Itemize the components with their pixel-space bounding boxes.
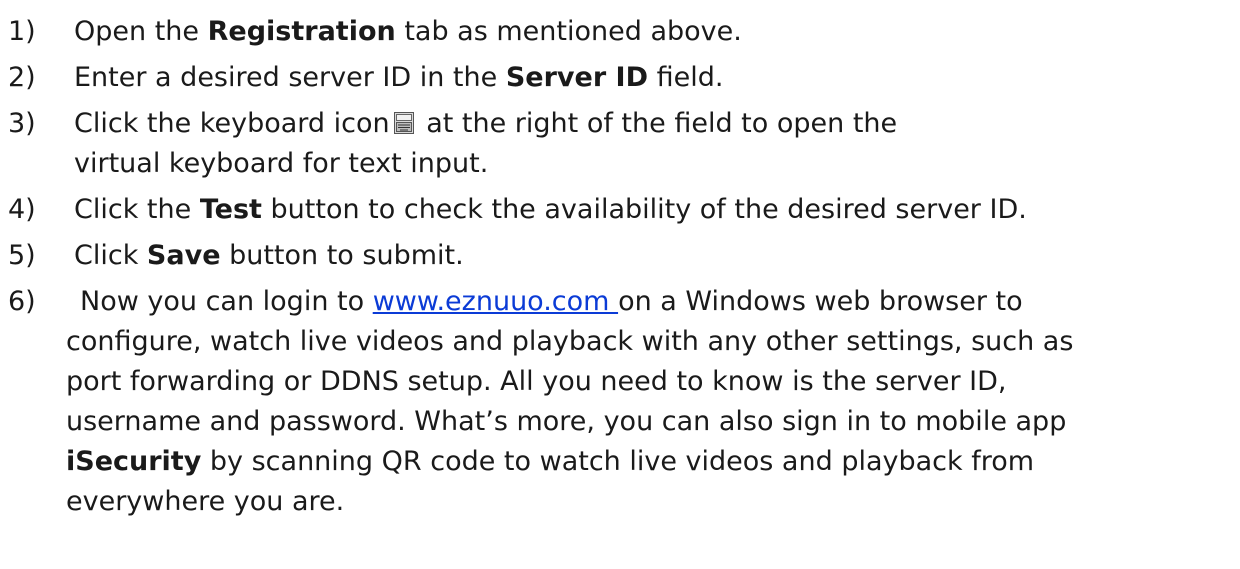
registration-label: Registration (207, 16, 396, 47)
test-label: Test (199, 194, 262, 225)
step-text-continued: username and password. What’s more, you … (66, 406, 1067, 437)
step-text: Open the Registration tab as mentioned a… (74, 16, 742, 47)
step-number: 3) (8, 108, 36, 139)
isecurity-label: iSecurity (66, 446, 202, 477)
keyboard-icon (393, 106, 414, 134)
step-text: Now you can login to www.eznuuo.com on a… (80, 286, 1023, 317)
step-number: 2) (8, 62, 36, 93)
step-text-continued: port forwarding or DDNS setup. All you n… (66, 366, 1007, 397)
save-label: Save (146, 240, 221, 271)
step-text: Click Save button to submit. (74, 240, 464, 271)
step-text: Click the Test button to check the avail… (74, 194, 1027, 225)
instructions-document: 1) Open the Registration tab as mentione… (0, 0, 1240, 569)
step-number: 4) (8, 194, 36, 225)
step-text-continued: configure, watch live videos and playbac… (66, 326, 1074, 357)
step-text-continued: everywhere you are. (66, 486, 345, 517)
step-number: 1) (8, 16, 36, 47)
step-text: Click the keyboard icon at the right of … (74, 106, 898, 139)
eznuuo-link[interactable]: www.eznuuo.com (373, 286, 618, 317)
step-text: Enter a desired server ID in the Server … (74, 62, 724, 93)
step-text-continued: virtual keyboard for text input. (74, 148, 489, 179)
step-number: 6) (8, 286, 36, 317)
step-text-continued: iSecurity by scanning QR code to watch l… (66, 446, 1035, 477)
server-id-label: Server ID (505, 62, 648, 93)
step-number: 5) (8, 240, 36, 271)
